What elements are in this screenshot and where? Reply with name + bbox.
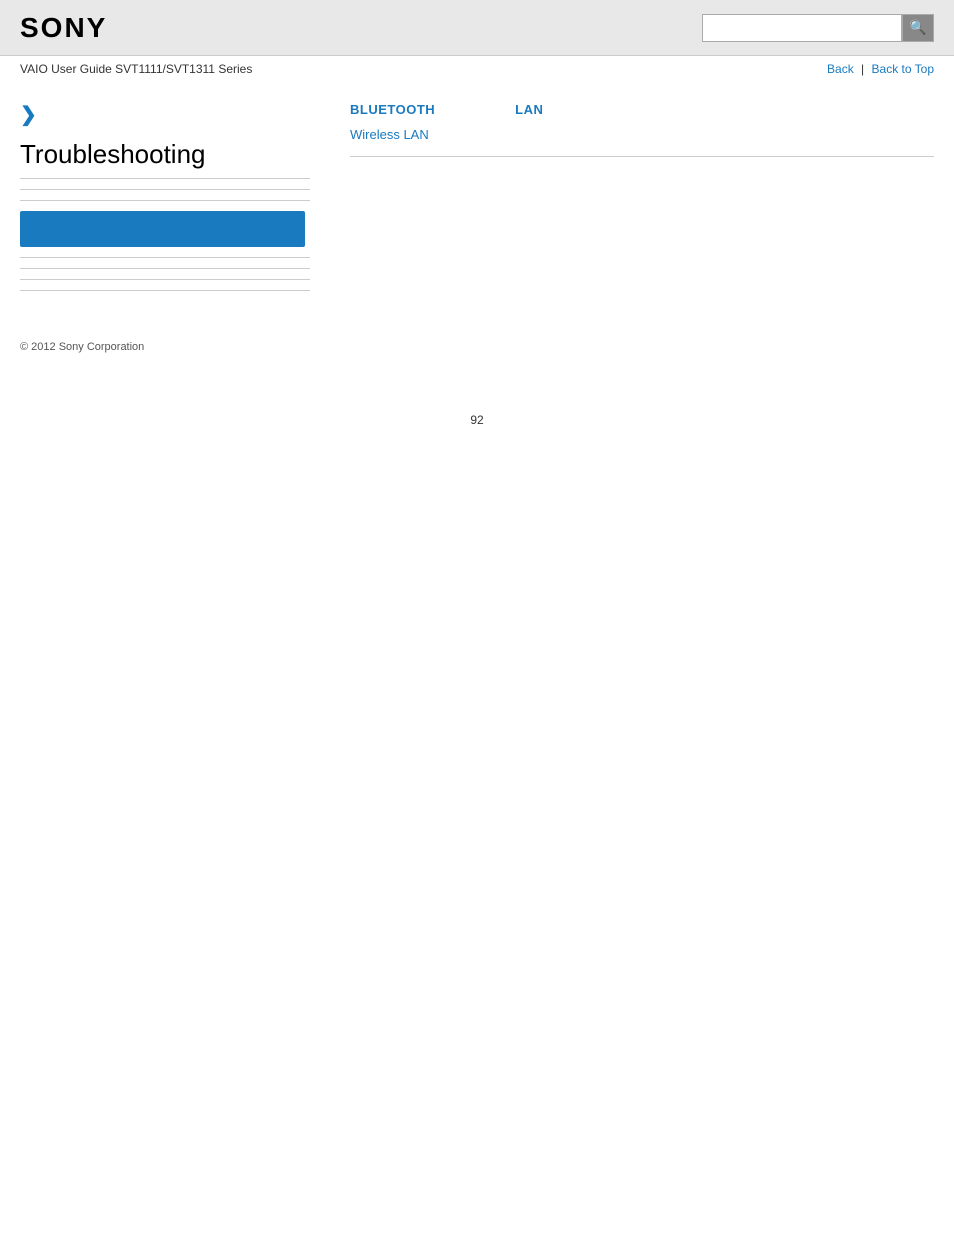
sidebar-divider-1 <box>20 189 310 190</box>
footer: © 2012 Sony Corporation <box>0 321 954 373</box>
sidebar-section-title: Troubleshooting <box>20 139 310 179</box>
sidebar-divider-3 <box>20 257 310 258</box>
nav-links: Back | Back to Top <box>827 62 934 76</box>
sidebar-divider-5 <box>20 279 310 280</box>
sidebar-highlight-block <box>20 211 305 247</box>
page-header: SONY 🔍 <box>0 0 954 56</box>
nav-separator: | <box>861 62 864 76</box>
copyright-text: © 2012 Sony Corporation <box>20 341 144 353</box>
sidebar: ❯ Troubleshooting <box>20 102 330 301</box>
sidebar-divider-4 <box>20 268 310 269</box>
search-button[interactable]: 🔍 <box>902 14 934 42</box>
main-content: ❯ Troubleshooting BLUETOOTH LAN Wireless… <box>0 82 954 321</box>
content-links-row-1: BLUETOOTH LAN <box>350 102 934 117</box>
guide-title: VAIO User Guide SVT1111/SVT1311 Series <box>20 62 252 76</box>
content-links-row-2: Wireless LAN <box>350 127 934 142</box>
sidebar-divider-6 <box>20 290 310 291</box>
wireless-lan-link[interactable]: Wireless LAN <box>350 127 429 142</box>
sony-logo: SONY <box>20 12 107 44</box>
content-divider <box>350 156 934 157</box>
nav-bar: VAIO User Guide SVT1111/SVT1311 Series B… <box>0 56 954 82</box>
search-input[interactable] <box>702 14 902 42</box>
lan-link[interactable]: LAN <box>515 102 543 117</box>
back-to-top-link[interactable]: Back to Top <box>872 62 934 76</box>
search-area: 🔍 <box>702 14 934 42</box>
search-icon: 🔍 <box>909 19 926 36</box>
page-number: 92 <box>0 413 954 427</box>
bluetooth-link[interactable]: BLUETOOTH <box>350 102 435 117</box>
content-area: BLUETOOTH LAN Wireless LAN <box>330 102 934 301</box>
sidebar-arrow-icon: ❯ <box>20 102 310 127</box>
sidebar-divider-2 <box>20 200 310 201</box>
back-link[interactable]: Back <box>827 62 854 76</box>
